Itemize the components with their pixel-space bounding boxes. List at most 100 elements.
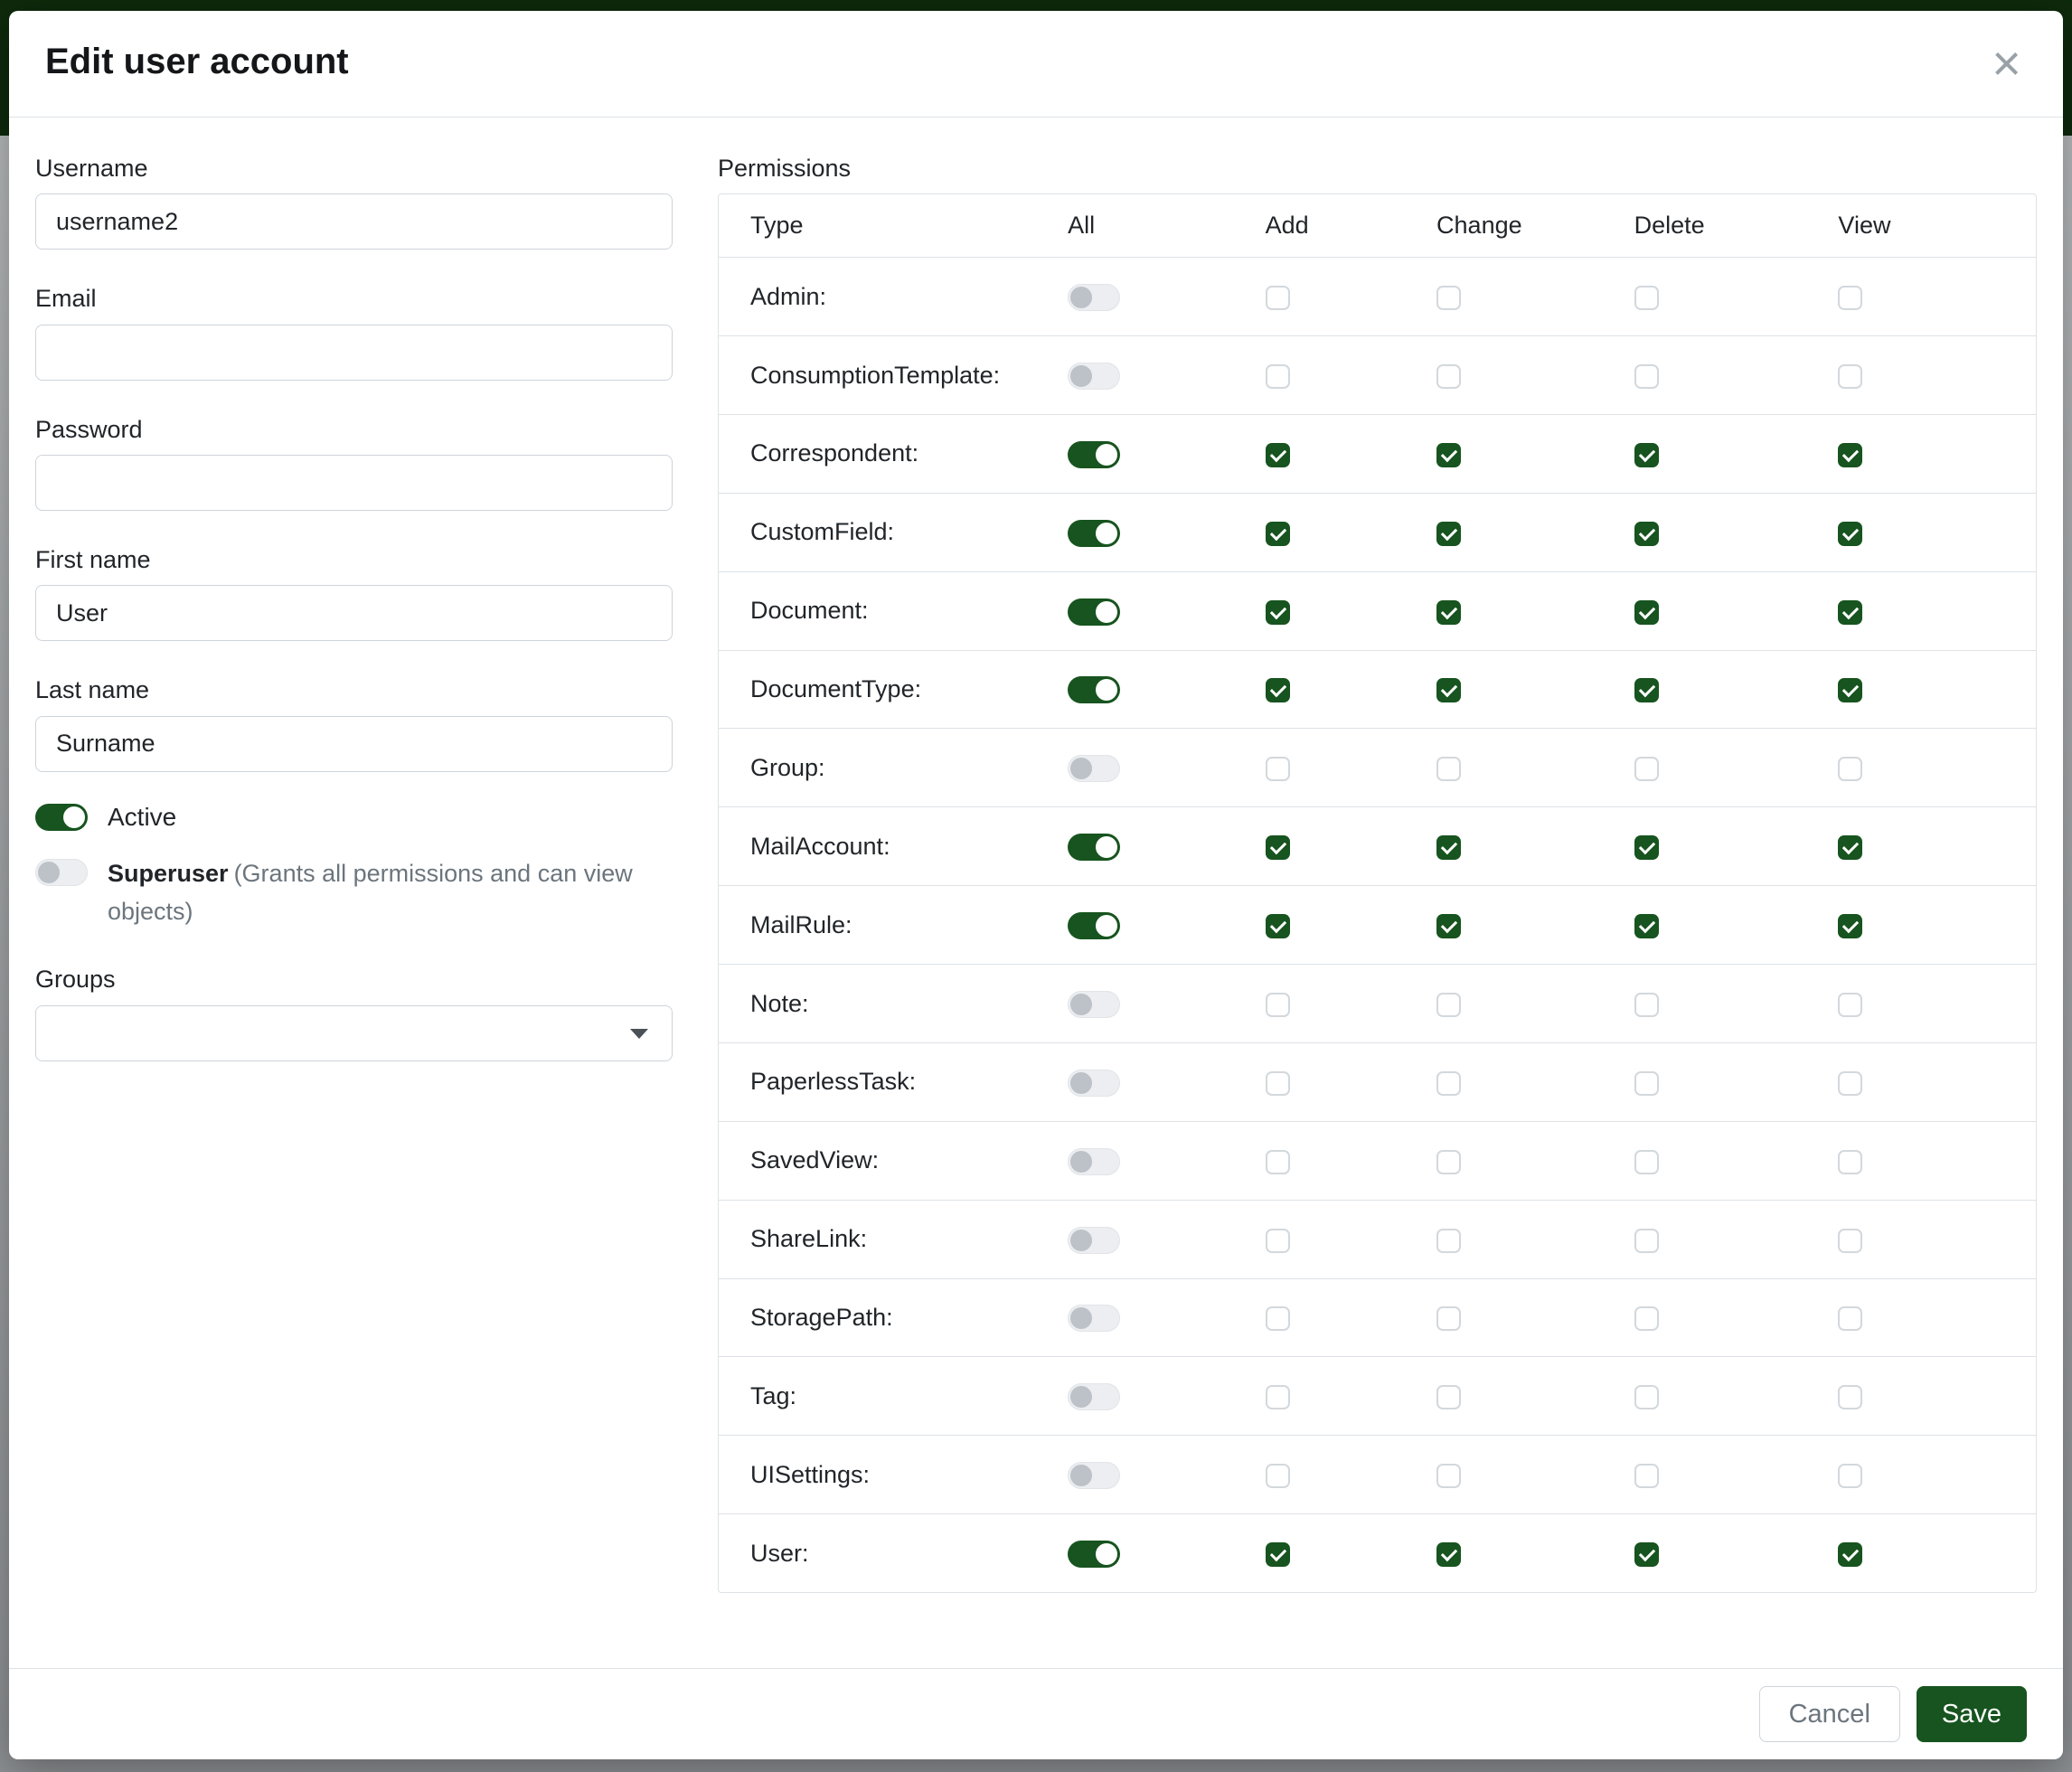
permission-view-checkbox[interactable] (1838, 1385, 1862, 1409)
permission-delete-checkbox[interactable] (1634, 1542, 1659, 1567)
permission-view-checkbox[interactable] (1838, 835, 1862, 860)
permission-delete-checkbox[interactable] (1634, 1385, 1659, 1409)
permission-row: Correspondent: (719, 414, 2036, 493)
permission-view-checkbox[interactable] (1838, 443, 1862, 467)
permission-view-checkbox[interactable] (1838, 600, 1862, 625)
permission-add-checkbox[interactable] (1266, 600, 1290, 625)
save-button[interactable]: Save (1917, 1686, 2027, 1742)
first-name-input[interactable] (35, 585, 673, 641)
permission-all-toggle[interactable] (1068, 1227, 1120, 1254)
permission-change-checkbox[interactable] (1436, 1071, 1461, 1096)
permission-delete-checkbox[interactable] (1634, 1071, 1659, 1096)
permission-add-checkbox[interactable] (1266, 914, 1290, 938)
permission-add-checkbox[interactable] (1266, 835, 1290, 860)
permission-delete-checkbox[interactable] (1634, 1306, 1659, 1331)
permission-all-toggle[interactable] (1068, 1070, 1120, 1097)
groups-select[interactable] (35, 1005, 673, 1061)
permission-all-toggle[interactable] (1068, 1305, 1120, 1332)
permission-add-checkbox[interactable] (1266, 1071, 1290, 1096)
permission-change-checkbox[interactable] (1436, 1306, 1461, 1331)
permission-delete-checkbox[interactable] (1634, 993, 1659, 1017)
close-icon[interactable]: × (1992, 43, 2021, 84)
permission-change-checkbox[interactable] (1436, 1464, 1461, 1488)
permission-add-checkbox[interactable] (1266, 443, 1290, 467)
permission-all-toggle[interactable] (1068, 599, 1120, 626)
permission-view-checkbox[interactable] (1838, 364, 1862, 389)
permission-all-toggle[interactable] (1068, 755, 1120, 782)
username-input[interactable] (35, 193, 673, 250)
permission-add-checkbox[interactable] (1266, 1542, 1290, 1567)
permission-add-checkbox[interactable] (1266, 1229, 1290, 1253)
active-toggle[interactable] (35, 804, 88, 831)
superuser-toggle[interactable] (35, 859, 88, 886)
permission-add-checkbox[interactable] (1266, 993, 1290, 1017)
permission-change-checkbox[interactable] (1436, 757, 1461, 781)
permission-change-checkbox[interactable] (1436, 1150, 1461, 1174)
permission-all-toggle[interactable] (1068, 1148, 1120, 1175)
permission-delete-checkbox[interactable] (1634, 914, 1659, 938)
permission-view-checkbox[interactable] (1838, 678, 1862, 702)
permission-all-toggle[interactable] (1068, 912, 1120, 939)
permission-all-toggle[interactable] (1068, 676, 1120, 703)
permission-delete-checkbox[interactable] (1634, 443, 1659, 467)
permission-view-checkbox[interactable] (1838, 286, 1862, 310)
permission-add-checkbox[interactable] (1266, 522, 1290, 546)
permission-view-checkbox[interactable] (1838, 914, 1862, 938)
permission-change-checkbox[interactable] (1436, 364, 1461, 389)
permission-view-checkbox[interactable] (1838, 1071, 1862, 1096)
permission-change-checkbox[interactable] (1436, 1385, 1461, 1409)
permission-change-checkbox[interactable] (1436, 678, 1461, 702)
permission-change-checkbox[interactable] (1436, 914, 1461, 938)
permission-add-checkbox[interactable] (1266, 1385, 1290, 1409)
permission-all-toggle[interactable] (1068, 834, 1120, 861)
permission-change-checkbox[interactable] (1436, 600, 1461, 625)
permission-view-checkbox[interactable] (1838, 522, 1862, 546)
permission-all-toggle[interactable] (1068, 1541, 1120, 1568)
permission-view-checkbox[interactable] (1838, 1464, 1862, 1488)
permission-add-checkbox[interactable] (1266, 364, 1290, 389)
permission-delete-checkbox[interactable] (1634, 364, 1659, 389)
permission-all-toggle[interactable] (1068, 520, 1120, 547)
permission-row: MailAccount: (719, 807, 2036, 886)
permission-all-toggle[interactable] (1068, 363, 1120, 390)
permission-view-checkbox[interactable] (1838, 1150, 1862, 1174)
permission-delete-checkbox[interactable] (1634, 678, 1659, 702)
permission-view-checkbox[interactable] (1838, 757, 1862, 781)
permission-all-toggle[interactable] (1068, 1383, 1120, 1410)
permission-add-checkbox[interactable] (1266, 678, 1290, 702)
permission-delete-checkbox[interactable] (1634, 600, 1659, 625)
permission-delete-checkbox[interactable] (1634, 1229, 1659, 1253)
permission-change-checkbox[interactable] (1436, 835, 1461, 860)
permissions-section: Permissions Type All Add Change Delete (718, 154, 2037, 1593)
permission-all-toggle[interactable] (1068, 441, 1120, 468)
permission-delete-checkbox[interactable] (1634, 835, 1659, 860)
cancel-button[interactable]: Cancel (1759, 1686, 1900, 1742)
permission-change-checkbox[interactable] (1436, 993, 1461, 1017)
permission-delete-checkbox[interactable] (1634, 757, 1659, 781)
permission-change-checkbox[interactable] (1436, 286, 1461, 310)
permission-add-checkbox[interactable] (1266, 1464, 1290, 1488)
permission-change-checkbox[interactable] (1436, 522, 1461, 546)
permission-delete-checkbox[interactable] (1634, 522, 1659, 546)
permission-view-checkbox[interactable] (1838, 1306, 1862, 1331)
last-name-label: Last name (35, 675, 673, 704)
permission-view-checkbox[interactable] (1838, 993, 1862, 1017)
permission-delete-checkbox[interactable] (1634, 1150, 1659, 1174)
permission-all-toggle[interactable] (1068, 991, 1120, 1018)
permission-all-toggle[interactable] (1068, 1462, 1120, 1489)
permission-view-checkbox[interactable] (1838, 1542, 1862, 1567)
permission-add-checkbox[interactable] (1266, 1306, 1290, 1331)
permission-add-checkbox[interactable] (1266, 1150, 1290, 1174)
permission-change-checkbox[interactable] (1436, 443, 1461, 467)
permission-all-toggle[interactable] (1068, 284, 1120, 311)
last-name-input[interactable] (35, 716, 673, 772)
permission-delete-checkbox[interactable] (1634, 1464, 1659, 1488)
permission-change-checkbox[interactable] (1436, 1542, 1461, 1567)
email-input[interactable] (35, 325, 673, 381)
permission-add-checkbox[interactable] (1266, 757, 1290, 781)
permission-change-checkbox[interactable] (1436, 1229, 1461, 1253)
password-input[interactable] (35, 455, 673, 511)
permission-add-checkbox[interactable] (1266, 286, 1290, 310)
permission-delete-checkbox[interactable] (1634, 286, 1659, 310)
permission-view-checkbox[interactable] (1838, 1229, 1862, 1253)
